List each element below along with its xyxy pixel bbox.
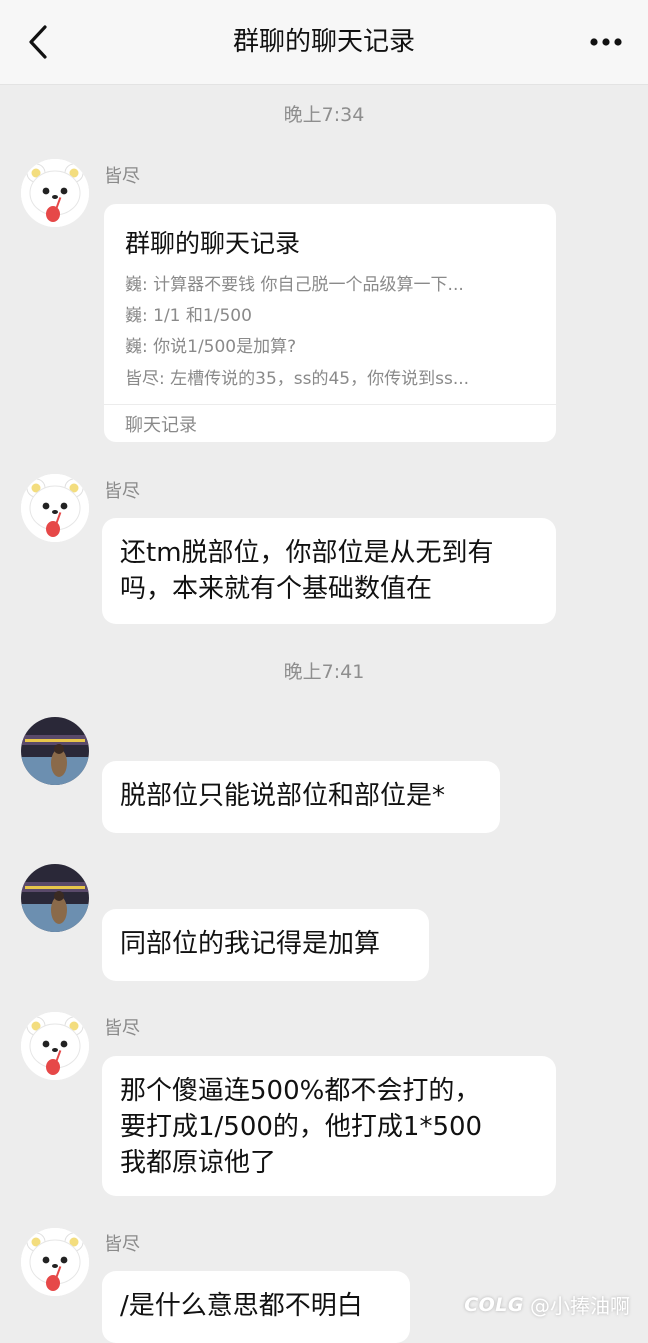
card-title: 群聊的聊天记录 — [125, 229, 301, 258]
more-button[interactable] — [586, 28, 626, 56]
avatar[interactable] — [21, 1228, 89, 1296]
bear-avatar-icon — [21, 474, 89, 542]
message-bubble[interactable]: 同部位的我记得是加算 — [102, 909, 429, 981]
avatar[interactable] — [21, 159, 89, 227]
watermark-text: @小捧油啊 — [530, 1294, 630, 1318]
sender-name: 皆尽 — [104, 1234, 140, 1255]
timestamp: 晚上7:41 — [283, 661, 365, 683]
message-line: 吗，本来就有个基础数值在 — [120, 574, 433, 604]
message-line: 同部位的我记得是加算 — [120, 929, 381, 959]
watermark: COLG @小捧油啊 — [464, 1290, 630, 1319]
card-line: 巍: 1/1 和1/500 — [125, 306, 252, 326]
timestamp: 晚上7:34 — [283, 104, 365, 126]
message-line: 要打成1/500的，他打成1*500 — [120, 1112, 483, 1142]
avatar[interactable] — [21, 864, 89, 932]
message-line: 还tm脱部位，你部位是从无到有 — [120, 538, 494, 568]
message-line: 脱部位只能说部位和部位是* — [120, 781, 446, 811]
chat-record-card[interactable]: 群聊的聊天记录 巍: 计算器不要钱 你自己脱一个品级算一下... 巍: 1/1 … — [104, 204, 556, 442]
card-line: 巍: 你说1/500是加算? — [125, 337, 297, 357]
message-line: /是什么意思都不明白 — [120, 1291, 363, 1321]
message-bubble[interactable]: 那个傻逼连500%都不会打的， 要打成1/500的，他打成1*500 我都原谅他… — [102, 1056, 556, 1196]
message-bubble[interactable]: /是什么意思都不明白 — [102, 1271, 410, 1343]
avatar[interactable] — [21, 717, 89, 785]
sender-name: 皆尽 — [104, 166, 140, 187]
card-footer: 聊天记录 — [125, 415, 197, 436]
colg-logo: COLG — [464, 1293, 524, 1316]
avatar[interactable] — [21, 474, 89, 542]
photo-avatar-icon — [21, 864, 89, 932]
card-line: 皆尽: 左槽传说的35，ss的45，你传说到ss... — [125, 369, 470, 389]
message-bubble[interactable]: 脱部位只能说部位和部位是* — [102, 761, 500, 833]
photo-avatar-icon — [21, 717, 89, 785]
sender-name: 皆尽 — [104, 481, 140, 502]
bear-avatar-icon — [21, 159, 89, 227]
card-divider — [104, 404, 556, 405]
card-line: 巍: 计算器不要钱 你自己脱一个品级算一下... — [125, 275, 464, 295]
more-horizontal-icon — [590, 38, 622, 46]
nav-bar: 群聊的聊天记录 — [0, 0, 648, 85]
message-line: 那个傻逼连500%都不会打的， — [120, 1076, 481, 1106]
message-bubble[interactable]: 还tm脱部位，你部位是从无到有 吗，本来就有个基础数值在 — [102, 518, 556, 624]
page-title: 群聊的聊天记录 — [232, 27, 415, 57]
bear-avatar-icon — [21, 1228, 89, 1296]
sender-name: 皆尽 — [104, 1018, 140, 1039]
message-line: 我都原谅他了 — [120, 1148, 277, 1178]
avatar[interactable] — [21, 1012, 89, 1080]
bear-avatar-icon — [21, 1012, 89, 1080]
